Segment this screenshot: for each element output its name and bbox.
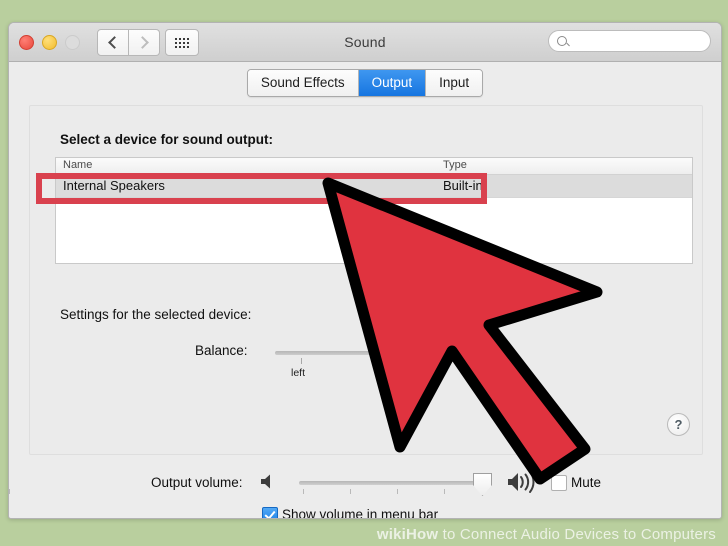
highlight-rectangle: [36, 173, 487, 204]
volume-tick: [9, 489, 10, 494]
volume-tick: [350, 489, 351, 494]
column-header-name: Name: [63, 159, 93, 171]
column-header-type: Type: [443, 159, 467, 171]
tab-bar: Sound Effects Output Input: [9, 69, 721, 97]
tab-output[interactable]: Output: [358, 70, 427, 96]
volume-tick: [303, 489, 304, 494]
watermark-brand: wiki: [376, 526, 406, 543]
device-list[interactable]: Name Type Internal Speakers Built-in: [36, 157, 693, 264]
watermark-brand-suffix: How: [405, 526, 439, 543]
volume-tick: [444, 489, 445, 494]
balance-left-label: left: [291, 367, 306, 379]
sound-preferences-window: Sound Sound Effects Output Input Select …: [8, 22, 722, 519]
screenshot-root: Sound Sound Effects Output Input Select …: [0, 0, 728, 546]
output-volume-label: Output volume:: [151, 475, 243, 490]
balance-tick: [301, 358, 302, 364]
watermark: wikiHow to Connect Audio Devices to Comp…: [0, 526, 728, 543]
volume-slider-thumb[interactable]: [473, 473, 492, 496]
watermark-text: to Connect Audio Devices to Computers: [438, 526, 716, 543]
volume-tick: [397, 489, 398, 494]
mute-label: Mute: [571, 475, 602, 490]
tab-input[interactable]: Input: [426, 70, 483, 96]
show-volume-checkbox[interactable]: [262, 507, 278, 518]
section-title: Select a device for sound output:: [60, 132, 274, 147]
window-toolbar: Sound: [9, 23, 721, 62]
show-volume-label: Show volume in menu bar: [282, 507, 439, 519]
balance-label: Balance:: [195, 343, 248, 358]
settings-label: Settings for the selected device:: [60, 307, 252, 322]
speaker-high-icon: [508, 471, 535, 493]
output-volume-slider[interactable]: [299, 481, 491, 485]
help-button[interactable]: ?: [667, 413, 690, 436]
mute-checkbox[interactable]: [551, 475, 567, 491]
search-field[interactable]: [548, 30, 711, 52]
tab-sound-effects[interactable]: Sound Effects: [247, 70, 359, 96]
balance-slider[interactable]: [275, 351, 405, 355]
speaker-low-icon: [261, 474, 270, 489]
search-icon: [557, 36, 567, 46]
output-panel: Select a device for sound output: Name T…: [29, 105, 703, 455]
